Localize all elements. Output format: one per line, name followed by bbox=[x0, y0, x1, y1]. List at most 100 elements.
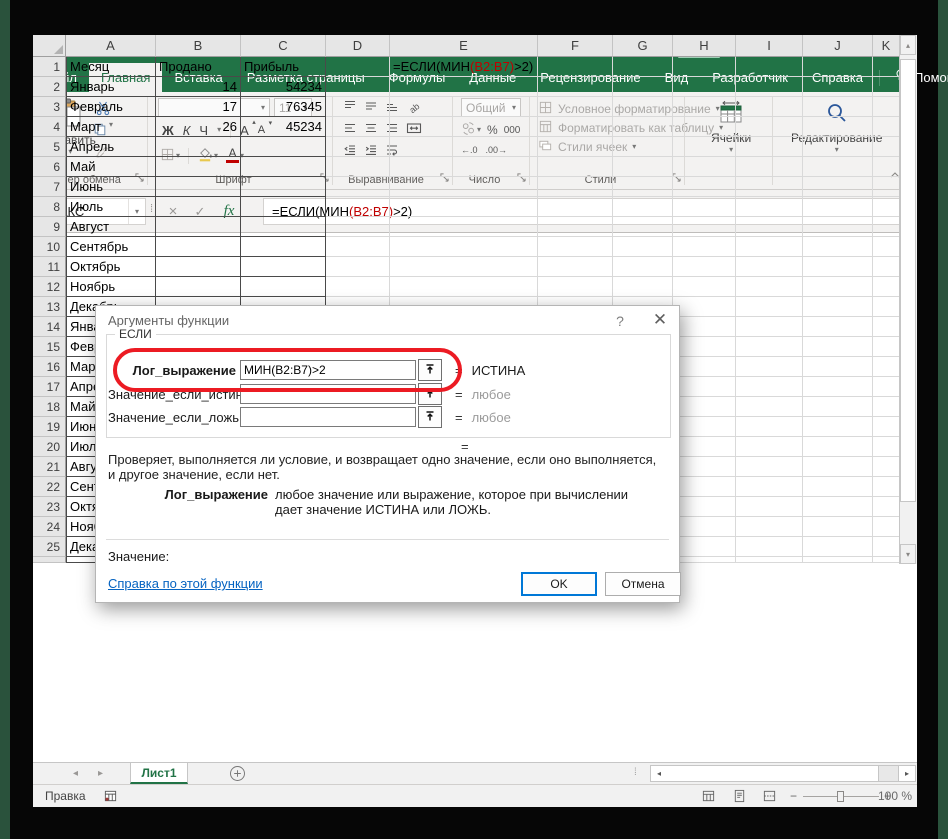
cell-J16[interactable] bbox=[803, 357, 873, 377]
cell-C1[interactable]: Прибыль bbox=[241, 57, 326, 77]
cell-H17[interactable] bbox=[673, 377, 736, 397]
cell-G8[interactable] bbox=[613, 197, 673, 217]
cell-B8[interactable] bbox=[156, 197, 241, 217]
cell-I24[interactable] bbox=[736, 517, 803, 537]
cell-H25[interactable] bbox=[673, 537, 736, 557]
cell-I17[interactable] bbox=[736, 377, 803, 397]
cell-H8[interactable] bbox=[673, 197, 736, 217]
cell-G10[interactable] bbox=[613, 237, 673, 257]
cell-B9[interactable] bbox=[156, 217, 241, 237]
cell-J5[interactable] bbox=[803, 137, 873, 157]
row-header-4[interactable]: 4 bbox=[33, 117, 66, 137]
cell-F4[interactable] bbox=[538, 117, 613, 137]
page-layout-view-icon[interactable] bbox=[732, 789, 747, 806]
macro-record-icon[interactable] bbox=[103, 789, 118, 806]
add-sheet-icon[interactable] bbox=[229, 765, 246, 785]
cell-F11[interactable] bbox=[538, 257, 613, 277]
cell-I22[interactable] bbox=[736, 477, 803, 497]
cell-C11[interactable] bbox=[241, 257, 326, 277]
cell-F10[interactable] bbox=[538, 237, 613, 257]
cell-K21[interactable] bbox=[873, 457, 900, 477]
horizontal-scrollbar[interactable]: ◂ ▸ bbox=[650, 765, 916, 782]
cell-B10[interactable] bbox=[156, 237, 241, 257]
cell-J1[interactable] bbox=[803, 57, 873, 77]
page-break-view-icon[interactable] bbox=[762, 789, 777, 806]
cell-J11[interactable] bbox=[803, 257, 873, 277]
cell-A8[interactable]: Июль bbox=[66, 197, 156, 217]
cell-B6[interactable] bbox=[156, 157, 241, 177]
cell-K18[interactable] bbox=[873, 397, 900, 417]
cell-B5[interactable] bbox=[156, 137, 241, 157]
cell-C4[interactable]: 45234 bbox=[241, 117, 326, 137]
row-header-6[interactable]: 6 bbox=[33, 157, 66, 177]
row-header-9[interactable]: 9 bbox=[33, 217, 66, 237]
row-header-23[interactable]: 23 bbox=[33, 497, 66, 517]
column-header-B[interactable]: B bbox=[156, 35, 241, 57]
cell-E8[interactable] bbox=[390, 197, 538, 217]
cell-A7[interactable]: Июнь bbox=[66, 177, 156, 197]
cell-K6[interactable] bbox=[873, 157, 900, 177]
row-header-12[interactable]: 12 bbox=[33, 277, 66, 297]
cell-F3[interactable] bbox=[538, 97, 613, 117]
cell-H9[interactable] bbox=[673, 217, 736, 237]
cell-I9[interactable] bbox=[736, 217, 803, 237]
cell-C7[interactable] bbox=[241, 177, 326, 197]
cell-H23[interactable] bbox=[673, 497, 736, 517]
cell-I11[interactable] bbox=[736, 257, 803, 277]
cell-J14[interactable] bbox=[803, 317, 873, 337]
cell-H21[interactable] bbox=[673, 457, 736, 477]
dialog-close-icon[interactable]: ✕ bbox=[646, 309, 674, 331]
column-header-F[interactable]: F bbox=[538, 35, 613, 57]
cell-A5[interactable]: Апрель bbox=[66, 137, 156, 157]
row-header-24[interactable]: 24 bbox=[33, 517, 66, 537]
cell-J6[interactable] bbox=[803, 157, 873, 177]
cancel-button[interactable]: Отмена bbox=[605, 572, 681, 596]
cell-E1[interactable]: =ЕСЛИ(МИН(B2:B7)>2) bbox=[390, 57, 538, 77]
cell-H16[interactable] bbox=[673, 357, 736, 377]
cell-C6[interactable] bbox=[241, 157, 326, 177]
cell-K7[interactable] bbox=[873, 177, 900, 197]
select-all-corner[interactable] bbox=[33, 35, 66, 57]
cell-H7[interactable] bbox=[673, 177, 736, 197]
cell-E10[interactable] bbox=[390, 237, 538, 257]
zoom-slider-thumb[interactable] bbox=[837, 791, 844, 802]
cell-D7[interactable] bbox=[326, 177, 390, 197]
cell-H11[interactable] bbox=[673, 257, 736, 277]
cell-J15[interactable] bbox=[803, 337, 873, 357]
cell-I6[interactable] bbox=[736, 157, 803, 177]
cell-J19[interactable] bbox=[803, 417, 873, 437]
cell-B1[interactable]: Продано bbox=[156, 57, 241, 77]
collapse-dialog-button[interactable] bbox=[418, 383, 442, 405]
cell-F5[interactable] bbox=[538, 137, 613, 157]
cell-G9[interactable] bbox=[613, 217, 673, 237]
cell-J22[interactable] bbox=[803, 477, 873, 497]
cell-K2[interactable] bbox=[873, 77, 900, 97]
cell-H3[interactable] bbox=[673, 97, 736, 117]
zoom-out-icon[interactable]: − bbox=[790, 785, 797, 807]
zoom-level[interactable]: 100 % bbox=[878, 785, 912, 807]
cell-D9[interactable] bbox=[326, 217, 390, 237]
cell-K14[interactable] bbox=[873, 317, 900, 337]
cell-B2[interactable]: 14 bbox=[156, 77, 241, 97]
cell-C12[interactable] bbox=[241, 277, 326, 297]
cell-J9[interactable] bbox=[803, 217, 873, 237]
row-header-13[interactable]: 13 bbox=[33, 297, 66, 317]
cell-F1[interactable] bbox=[538, 57, 613, 77]
next-sheet-icon[interactable]: ▸ bbox=[98, 763, 103, 784]
value-if-false-input[interactable] bbox=[240, 407, 416, 427]
cell-D6[interactable] bbox=[326, 157, 390, 177]
column-header-G[interactable]: G bbox=[613, 35, 673, 57]
cell-G7[interactable] bbox=[613, 177, 673, 197]
cell-H18[interactable] bbox=[673, 397, 736, 417]
cell-C9[interactable] bbox=[241, 217, 326, 237]
cell-G5[interactable] bbox=[613, 137, 673, 157]
cell-B12[interactable] bbox=[156, 277, 241, 297]
row-header-11[interactable]: 11 bbox=[33, 257, 66, 277]
cell-D1[interactable] bbox=[326, 57, 390, 77]
cell-J17[interactable] bbox=[803, 377, 873, 397]
cell-I2[interactable] bbox=[736, 77, 803, 97]
cell-A11[interactable]: Октябрь bbox=[66, 257, 156, 277]
cell-E4[interactable] bbox=[390, 117, 538, 137]
cell-E12[interactable] bbox=[390, 277, 538, 297]
cell-J23[interactable] bbox=[803, 497, 873, 517]
